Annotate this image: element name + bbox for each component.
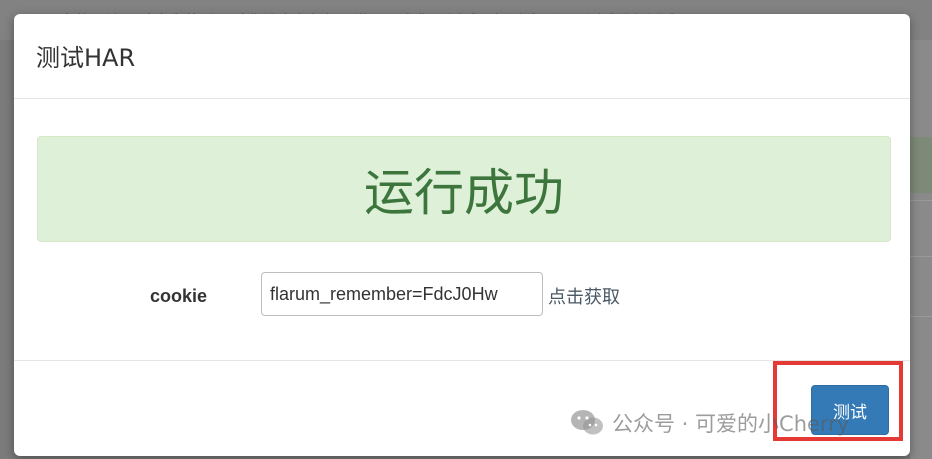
success-alert: 运行成功 (37, 136, 891, 242)
modal-header: 测试HAR (14, 14, 910, 99)
background-divider (910, 200, 932, 201)
background-right-success-strip (910, 137, 932, 193)
cookie-input[interactable] (261, 272, 543, 316)
watermark: 公众号 · 可爱的小Cherry (570, 408, 849, 438)
wechat-icon (571, 410, 603, 435)
background-right-column (910, 40, 932, 459)
background-divider (910, 256, 932, 257)
background-divider (910, 316, 932, 317)
watermark-text: 公众号 · 可爱的小Cherry (612, 412, 850, 436)
success-alert-text: 运行成功 (364, 164, 564, 222)
fetch-cookie-link[interactable]: 点击获取 (548, 283, 620, 309)
modal-title: 测试HAR (36, 44, 136, 72)
cookie-label: cookie (150, 286, 208, 306)
